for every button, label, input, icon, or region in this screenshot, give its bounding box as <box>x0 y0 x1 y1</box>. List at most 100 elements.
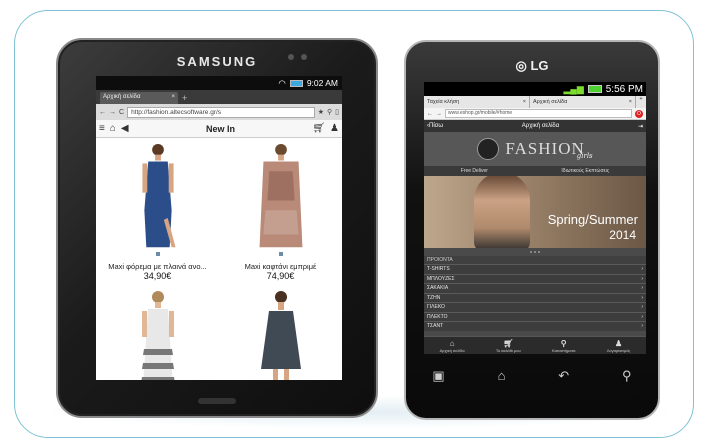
account-icon[interactable]: ♟ <box>330 123 339 134</box>
nav-cart[interactable]: 🛒︎ Το καλάθι μου <box>496 339 521 353</box>
model-photo <box>474 176 530 248</box>
home-icon: ⌂ <box>449 338 455 348</box>
hardware-keys: ▣ ⌂ ↶ ⚲ <box>406 368 658 384</box>
tablet-screen: ◠ 9:02 AM Αρχική σελίδα × + ← → C http:/… <box>96 76 342 380</box>
forward-arrow-icon[interactable]: → <box>436 111 442 117</box>
product-grid: Maxi φόρεμα με πλαινά ανο... 34,90€ Maxi… <box>96 138 342 380</box>
nav-stores[interactable]: ⚲ Καταστήματα <box>552 339 576 353</box>
chevron-right-icon: › <box>641 275 643 282</box>
page-title: Αρχική σελίδα <box>521 123 560 129</box>
nav-home[interactable]: ⌂ Αρχική σελίδα <box>440 339 465 353</box>
bookmark-star-icon[interactable]: ★ <box>318 108 324 116</box>
samsung-tablet: SAMSUNG ◠ 9:02 AM Αρχική σελίδα × + ← → … <box>56 38 378 418</box>
promo-link[interactable]: Ιδιωτικούς Εκπτώσεις <box>561 168 609 174</box>
site-nav-bar: ≡ ⌂ ◀ New In 🛒︎ ♟ <box>96 120 342 138</box>
site-logo[interactable]: FASHION girls <box>424 132 646 166</box>
nav-account[interactable]: ♟ Λογαριασμός <box>607 339 631 353</box>
url-input[interactable]: http://fashion.altecsoftware.gr/s <box>127 106 315 118</box>
battery-icon <box>289 79 303 87</box>
new-tab-icon[interactable]: + <box>636 96 646 108</box>
banner-title: Spring/Summer <box>547 212 638 227</box>
color-swatch[interactable] <box>155 252 160 256</box>
menu-icon[interactable]: ≡ <box>99 123 105 134</box>
product-image[interactable] <box>128 285 188 380</box>
back-key-icon[interactable]: ↶ <box>558 368 569 384</box>
chevron-right-icon: › <box>641 294 643 301</box>
sensor-dot-icon <box>301 54 307 60</box>
forward-arrow-icon[interactable]: → <box>109 109 116 116</box>
phone-status-time: 5:56 PM <box>605 83 643 95</box>
logout-icon[interactable]: ⇥ <box>638 123 643 130</box>
promo-links: Free Deliver Ιδιωτικούς Εκπτώσεις <box>424 166 646 176</box>
dress-shape <box>260 311 301 369</box>
menu-item[interactable]: ΣΑΚΑΚΙΑ › <box>424 283 646 293</box>
account-icon: ♟ <box>614 338 623 348</box>
product-image[interactable] <box>251 142 311 251</box>
product-name[interactable]: Maxi φόρεμα με πλαινά ανο... <box>108 262 207 271</box>
product-image[interactable] <box>251 285 311 380</box>
back-arrow-icon[interactable]: ← <box>427 111 433 117</box>
map-pin-icon: ⚲ <box>560 338 567 348</box>
tablet-home-button[interactable] <box>198 398 236 404</box>
home-icon[interactable]: ⌂ <box>110 123 116 134</box>
tab-home[interactable]: Αρχική σελίδα × <box>530 96 636 108</box>
cart-icon[interactable]: 🛒︎ <box>312 123 325 134</box>
tab-speed-dial[interactable]: Ταχεία κλήση × <box>424 96 530 108</box>
lg-phone: ◎ LG ▂▄▆ 5:56 PM Ταχεία κλήση × Αρχική σε… <box>404 40 660 420</box>
product-name[interactable]: Maxi καφτάνι εμπριμέ <box>245 262 317 271</box>
tab-home[interactable]: Αρχική σελίδα × <box>100 92 178 104</box>
phone-screen: ▂▄▆ 5:56 PM Ταχεία κλήση × Αρχική σελίδα ×… <box>424 82 646 354</box>
color-swatch[interactable] <box>278 252 283 256</box>
phone-status-bar: ▂▄▆ 5:56 PM <box>424 82 646 96</box>
tab-title: Αρχική σελίδα <box>533 99 568 105</box>
new-tab-icon[interactable]: + <box>182 92 187 104</box>
back-label: Πίσω <box>429 123 444 129</box>
menu-item[interactable]: T-SHIRTS › <box>424 264 646 274</box>
signal-icon: ▂▄▆ <box>563 83 584 94</box>
opera-icon[interactable]: O <box>635 109 643 118</box>
phone-brand: ◎ LG <box>515 58 549 73</box>
close-tab-icon[interactable]: × <box>523 99 526 105</box>
menu-item[interactable]: ΠΛΕΚΤΟ › <box>424 311 646 321</box>
back-button[interactable]: ‹Πίσω <box>427 123 443 129</box>
chevron-right-icon: › <box>641 323 643 330</box>
url-input[interactable]: www.eshop.gr/mobile/#home <box>445 109 632 118</box>
product-price: 34,90€ <box>143 271 172 281</box>
tab-title: Ταχεία κλήση <box>427 99 460 105</box>
product-card[interactable]: Maxi καφτάνι εμπριμέ 74,90€ <box>219 138 342 281</box>
close-tab-icon[interactable]: × <box>171 94 175 102</box>
menu-item[interactable]: ΓΙΛΕΚΟ › <box>424 302 646 312</box>
hero-banner[interactable]: Spring/Summer 2014 <box>424 176 646 248</box>
logo-button-icon <box>477 138 500 160</box>
bookmarks-icon[interactable]: ▯ <box>335 108 339 116</box>
home-key-icon[interactable]: ⌂ <box>498 368 506 384</box>
banner-year: 2014 <box>609 228 636 242</box>
tablet-status-bar: ◠ 9:02 AM <box>96 76 342 90</box>
search-key-icon[interactable]: ⚲ <box>622 368 632 384</box>
carousel-dots[interactable] <box>424 248 646 256</box>
tablet-status-time: 9:02 AM <box>306 78 338 88</box>
category-menu: T-SHIRTS › ΜΠΛΟΥΖΕΣ › ΣΑΚΑΚΙΑ › ΤΖΗΝ › ΓΙΛΕΚ… <box>424 264 646 331</box>
page-title: New In <box>205 123 235 134</box>
cart-icon: 🛒︎ <box>503 338 514 348</box>
product-card[interactable]: Maxi φόρεμα με πλαινά ανο... 34,90€ <box>96 138 219 281</box>
search-icon[interactable]: ⚲ <box>327 108 332 116</box>
close-tab-icon[interactable]: × <box>629 99 632 105</box>
menu-item[interactable]: ΜΠΛΟΥΖΕΣ › <box>424 273 646 283</box>
site-header: ‹Πίσω Αρχική σελίδα ⇥ <box>424 120 646 132</box>
menu-item[interactable]: ΤΣΑΝΤ › <box>424 321 646 331</box>
chevron-right-icon: › <box>641 304 643 311</box>
logo-sub: girls <box>576 152 593 160</box>
camera-dot-icon <box>288 54 294 60</box>
product-image[interactable] <box>128 142 188 251</box>
menu-item[interactable]: ΤΖΗΝ › <box>424 292 646 302</box>
reload-icon[interactable]: C <box>119 109 124 116</box>
product-card[interactable] <box>96 281 219 380</box>
back-icon[interactable]: ◀ <box>121 123 129 134</box>
menu-key-icon[interactable]: ▣ <box>432 368 444 384</box>
promo-link[interactable]: Free Deliver <box>461 168 488 174</box>
back-arrow-icon[interactable]: ← <box>99 109 106 116</box>
chevron-right-icon: › <box>641 266 643 273</box>
chevron-right-icon: › <box>641 285 643 292</box>
product-card[interactable] <box>219 281 342 380</box>
